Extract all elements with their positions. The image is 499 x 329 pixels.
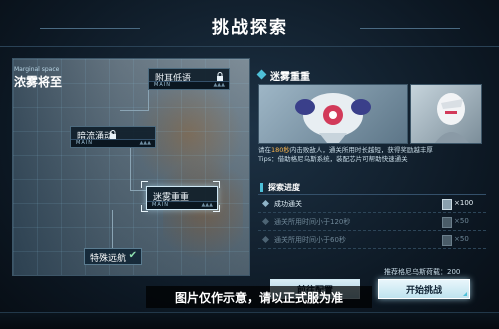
boss-illustration [295, 93, 371, 143]
title-right-rule [360, 28, 460, 29]
selection-bracket [141, 205, 148, 212]
start-challenge-button[interactable]: 开始挑战 [378, 279, 470, 299]
map-title: 浓雾将至 [14, 75, 63, 89]
diamond-icon [262, 200, 269, 207]
map-subtitle: Marginal space [14, 66, 60, 73]
description-text: 请在 [258, 146, 271, 154]
map-path [112, 210, 113, 250]
map-path [130, 145, 131, 190]
map-path [130, 190, 146, 191]
progress-row-text: 成功通关 [274, 200, 302, 208]
stage-node-type: MAIN [76, 140, 93, 146]
selection-bracket [141, 181, 148, 188]
reward-ticket-icon [442, 217, 452, 228]
reward-ticket-icon [442, 199, 452, 210]
stage-node-bar: MAIN ▲▲▲ [71, 139, 155, 147]
selection-bracket [213, 205, 220, 212]
difficulty-icon: ▲▲▲ [213, 82, 225, 88]
stage-node-type: MAIN [154, 82, 171, 88]
time-limit: 180秒 [271, 146, 290, 154]
stage-map [12, 58, 250, 276]
recommended-load: 推荐格尼乌斯荷载：200 [384, 268, 461, 276]
stage-node-1[interactable]: 附耳低语 MAIN ▲▲▲ [148, 68, 230, 90]
stage-node-2[interactable]: 暗流涌动 MAIN ▲▲▲ [70, 126, 156, 148]
progress-header: 探索进度 [258, 181, 486, 195]
progress-row: 成功通关 ×100 [258, 196, 486, 213]
bottom-border [0, 312, 499, 329]
stage-node-3[interactable]: 迷雾重重 MAIN ▲▲▲ [146, 186, 218, 210]
lock-icon [217, 72, 223, 81]
disclaimer-text: 图片仅作示意，请以正式服为准 [174, 291, 343, 305]
stage-banner-image [258, 84, 408, 144]
game-screen: 挑战探索 Marginal space 浓雾将至 附耳低语 MAIN ▲▲▲ 暗… [0, 0, 499, 329]
reward-quantity: ×100 [454, 199, 474, 207]
start-challenge-label: 开始挑战 [405, 286, 442, 296]
special-voyage-toggle[interactable]: 特殊远航 ✔ [84, 248, 142, 265]
map-grid [13, 59, 249, 275]
progress-row: 通关所用时间小于60秒 ×50 [258, 232, 486, 249]
progress-row: 通关所用时间小于120秒 ×50 [258, 214, 486, 231]
difficulty-icon: ▲▲▲ [139, 140, 151, 146]
section-marker [260, 183, 263, 192]
progress-row-text: 通关所用时间小于120秒 [274, 218, 351, 226]
map-path [120, 110, 149, 111]
character-illustration [435, 93, 469, 143]
stage-node-bar: MAIN ▲▲▲ [149, 81, 229, 89]
reward-quantity: ×50 [454, 235, 469, 243]
stage-title: 迷雾重重 [270, 72, 310, 83]
diamond-icon [256, 69, 267, 80]
stage-node-bar: MAIN ▲▲▲ [147, 201, 217, 209]
check-icon: ✔ [128, 250, 137, 261]
disclaimer-overlay: 图片仅作示意，请以正式服为准 [146, 286, 372, 308]
special-voyage-label: 特殊远航 [90, 254, 127, 264]
lock-icon [110, 130, 116, 139]
header-divider [0, 46, 499, 47]
title-left-rule [40, 28, 140, 29]
stage-preview-image [410, 84, 482, 144]
tips-text: Tips：借助格尼乌斯系统，装配芯片可帮助快速通关 [258, 155, 408, 163]
diamond-icon [262, 236, 269, 243]
description-text: 内击败敌人，通关所用时长越短，获得奖励越丰厚 [289, 146, 433, 154]
progress-row-text: 通关所用时间小于60秒 [274, 236, 346, 244]
reward-quantity: ×50 [454, 217, 469, 225]
diamond-icon [262, 218, 269, 225]
stage-description: 请在180秒内击败敌人，通关所用时长越短，获得奖励越丰厚 Tips：借助格尼乌斯… [258, 146, 486, 164]
difficulty-icon: ▲▲▲ [201, 202, 213, 208]
reward-ticket-icon [442, 235, 452, 246]
corner-marker [463, 292, 467, 296]
stage-node-type: MAIN [152, 202, 169, 208]
page-title: 挑战探索 [212, 18, 288, 38]
progress-title: 探索进度 [268, 183, 300, 192]
selection-bracket [213, 181, 220, 188]
